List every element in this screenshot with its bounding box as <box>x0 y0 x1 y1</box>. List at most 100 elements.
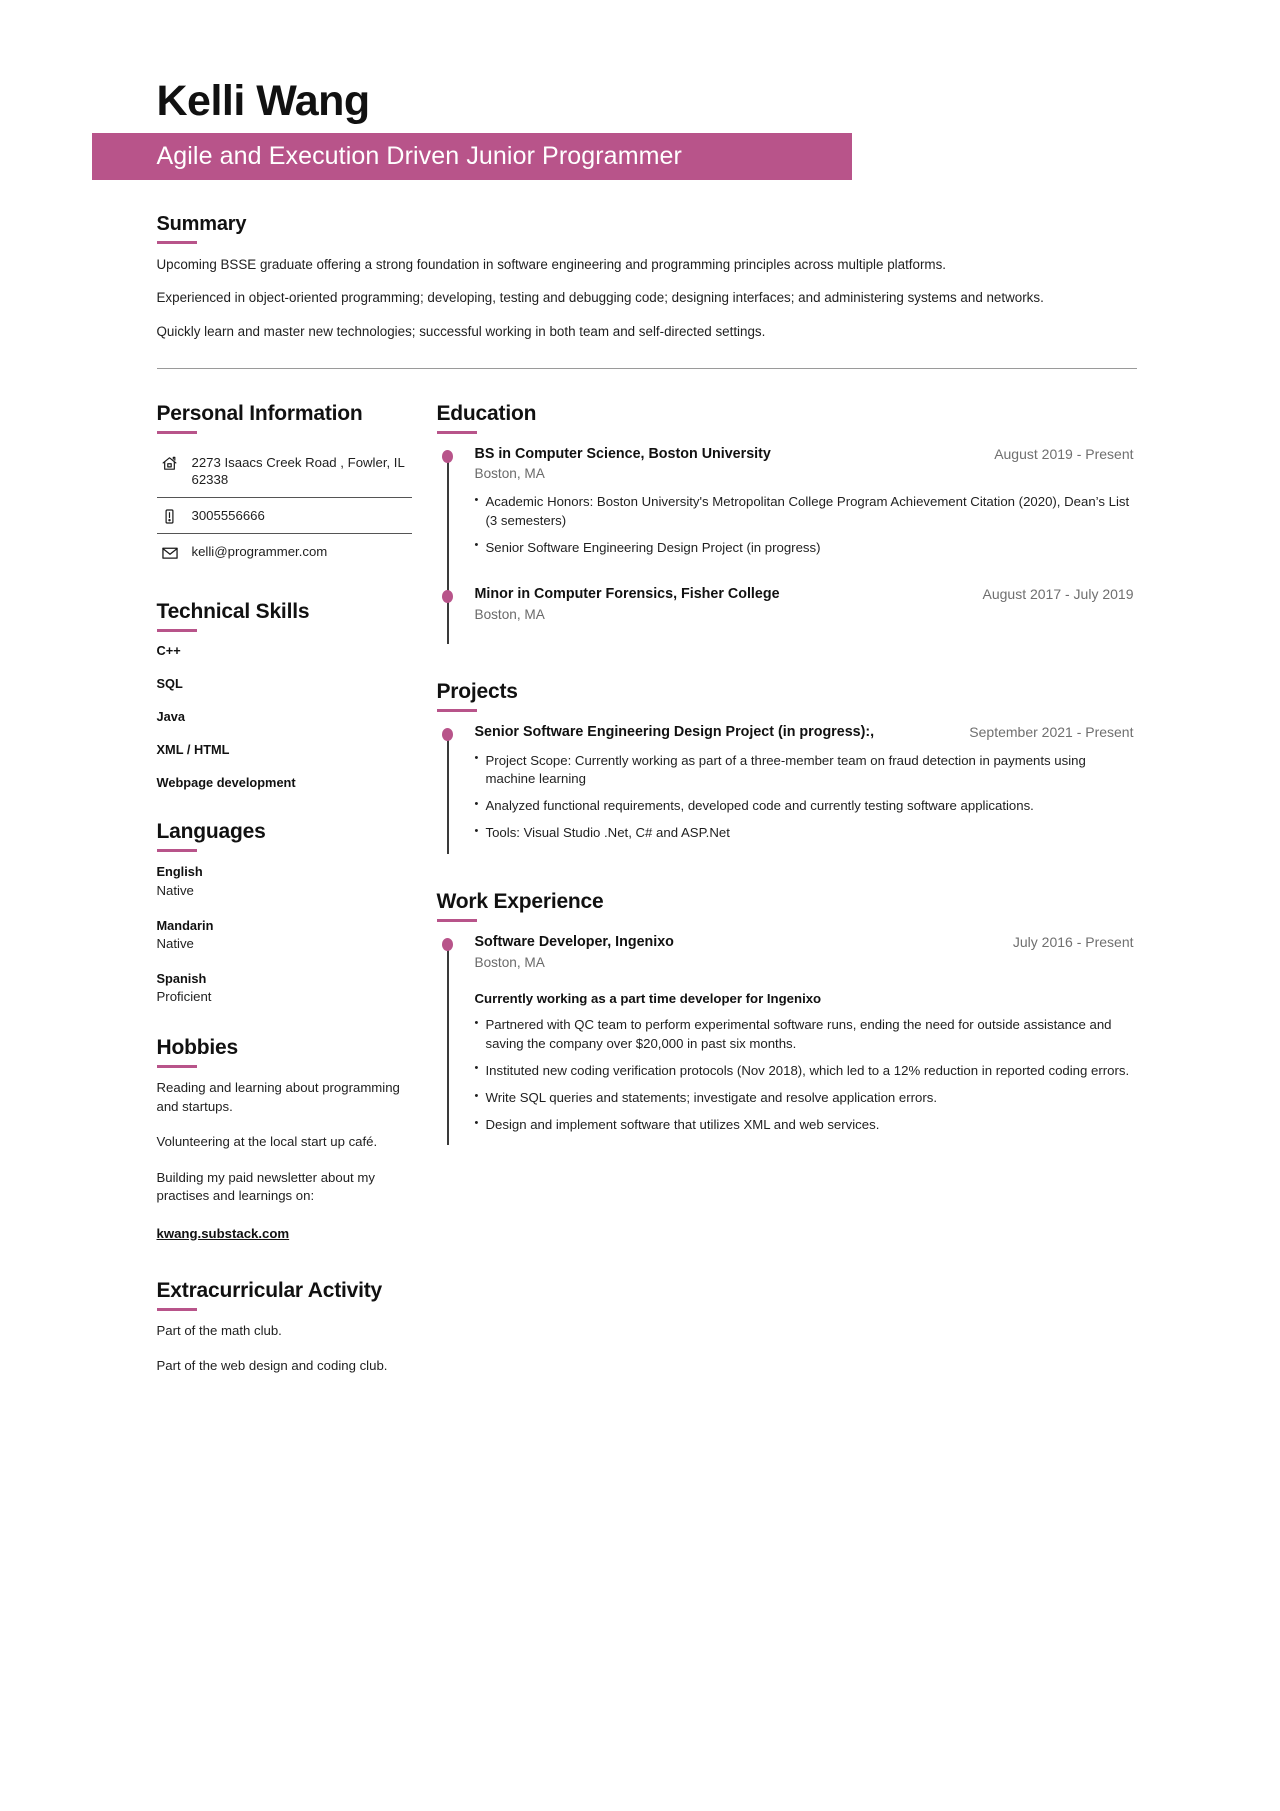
summary-accent-bar <box>156 241 197 245</box>
skill-item: Webpage development <box>156 775 296 791</box>
projects-accent-bar <box>436 709 477 713</box>
headline-banner: Agile and Execution Driven Junior Progra… <box>91 133 852 181</box>
work-experience-timeline: Software Developer, Ingenixo July 2016 -… <box>437 933 1134 1146</box>
language-name: Spanish <box>156 970 207 986</box>
education-accent-bar <box>436 430 477 434</box>
bullet-item: Senior Software Engineering Design Proje… <box>475 538 1134 557</box>
work-entry-bullets: Partnered with QC team to perform experi… <box>475 1016 1134 1134</box>
work-entry-date: July 2016 - Present <box>1012 934 1134 951</box>
candidate-name: Kelli Wang <box>156 77 371 125</box>
work-entry: Software Developer, Ingenixo July 2016 -… <box>437 933 1134 1146</box>
education-entry-title: BS in Computer Science, Boston Universit… <box>474 445 771 462</box>
summary-paragraph: Quickly learn and master new technologie… <box>156 323 766 339</box>
work-experience-heading: Work Experience <box>436 890 604 914</box>
technical-skills-section: Technical Skills C++ SQL Java XML / HTML… <box>156 600 412 791</box>
contact-phone-text: 3005556666 <box>191 508 265 524</box>
work-entry-title: Software Developer, Ingenixo <box>474 934 674 951</box>
projects-heading: Projects <box>436 680 518 704</box>
language-level: Native <box>156 936 194 952</box>
skill-item: XML / HTML <box>156 742 230 758</box>
education-timeline: BS in Computer Science, Boston Universit… <box>437 445 1134 647</box>
timeline-dot-icon <box>442 449 453 463</box>
bullet-item: Project Scope: Currently working as part… <box>475 751 1134 788</box>
personal-information-heading: Personal Information <box>156 401 363 425</box>
project-entry-title: Senior Software Engineering Design Proje… <box>474 724 875 741</box>
work-entry-location: Boston, MA <box>474 955 545 971</box>
project-entry-header: Senior Software Engineering Design Proje… <box>475 723 1134 742</box>
language-item: English Native <box>157 863 412 899</box>
education-section: Education BS in Computer Science, Boston… <box>436 401 1134 647</box>
skill-item: Java <box>156 709 185 725</box>
hobby-paragraph: Volunteering at the local start up café. <box>156 1134 378 1150</box>
hobbies-heading: Hobbies <box>156 1036 239 1060</box>
work-entry-header: Software Developer, Ingenixo July 2016 -… <box>475 933 1134 952</box>
contact-row-address: 2273 Isaacs Creek Road , Fowler, IL 6233… <box>156 445 412 499</box>
personal-information-section: Personal Information 2273 Isaacs Creek R… <box>156 401 412 571</box>
entry-spacer <box>475 557 1134 581</box>
summary-paragraph: Upcoming BSSE graduate offering a strong… <box>156 257 947 273</box>
education-entry-bullets: Academic Honors: Boston University's Met… <box>475 493 1134 557</box>
education-entry-date: August 2017 - July 2019 <box>982 586 1134 603</box>
language-level: Native <box>156 882 194 898</box>
entry-spacer <box>475 842 1134 852</box>
entry-spacer <box>475 1135 1134 1143</box>
right-column: Education BS in Computer Science, Boston… <box>436 401 1189 1147</box>
bullet-item: Write SQL queries and statements; invest… <box>475 1089 1134 1107</box>
languages-accent-bar <box>156 849 197 853</box>
contact-list: 2273 Isaacs Creek Road , Fowler, IL 6233… <box>156 445 412 571</box>
work-experience-accent-bar <box>436 919 477 923</box>
home-icon <box>157 454 183 472</box>
technical-skills-accent-bar <box>156 629 197 633</box>
projects-section: Projects Senior Software Engineering Des… <box>436 680 1134 856</box>
language-level: Proficient <box>156 989 212 1005</box>
education-entry: Minor in Computer Forensics, Fisher Coll… <box>437 585 1134 646</box>
contact-email-text: kelli@programmer.com <box>191 544 328 560</box>
work-entry-note: Currently working as a part time develop… <box>474 991 822 1007</box>
bullet-item: Partnered with QC team to perform experi… <box>475 1016 1134 1052</box>
language-name: English <box>156 864 203 880</box>
hobby-paragraph: Reading and learning about programming a… <box>156 1080 400 1114</box>
extracurricular-paragraph: Part of the math club. <box>156 1322 282 1338</box>
summary-heading: Summary <box>156 213 247 236</box>
summary-paragraph: Experienced in object-oriented programmi… <box>156 290 1044 306</box>
contact-address-text: 2273 Isaacs Creek Road , Fowler, IL 6233… <box>191 454 405 488</box>
bullet-item: Tools: Visual Studio .Net, C# and ASP.Ne… <box>475 824 1134 842</box>
bullet-item: Instituted new coding verification proto… <box>475 1061 1134 1080</box>
content-columns: Personal Information 2273 Isaacs Creek R… <box>92 369 1189 1376</box>
timeline-dot-icon <box>442 938 453 952</box>
resume-header: Kelli Wang Agile and Execution Driven Ju… <box>91 0 1189 181</box>
bullet-item: Academic Honors: Boston University's Met… <box>475 493 1134 529</box>
project-entry-bullets: Project Scope: Currently working as part… <box>475 751 1134 843</box>
timeline-dot-icon <box>442 728 453 742</box>
contact-row-email: kelli@programmer.com <box>157 534 412 570</box>
education-entry-header: Minor in Computer Forensics, Fisher Coll… <box>475 585 1134 604</box>
email-icon <box>157 543 183 562</box>
personal-information-accent-bar <box>156 430 197 434</box>
work-experience-section: Work Experience Software Developer, Inge… <box>436 890 1134 1146</box>
language-item: Spanish Proficient <box>157 970 412 1006</box>
entry-spacer <box>475 624 1134 642</box>
hobby-paragraph: Building my paid newsletter about my pra… <box>156 1169 375 1204</box>
bullet-item: Analyzed functional requirements, develo… <box>475 797 1134 815</box>
education-entry-location: Boston, MA <box>474 466 545 482</box>
bullet-item: Design and implement software that utili… <box>475 1116 1134 1134</box>
education-entry-title: Minor in Computer Forensics, Fisher Coll… <box>474 586 780 603</box>
headline-text: Agile and Execution Driven Junior Progra… <box>156 142 682 171</box>
technical-skills-heading: Technical Skills <box>156 600 310 624</box>
education-heading: Education <box>436 401 537 425</box>
language-item: Mandarin Native <box>157 917 412 953</box>
projects-timeline: Senior Software Engineering Design Proje… <box>437 723 1134 856</box>
extracurricular-accent-bar <box>156 1307 197 1311</box>
extracurricular-section: Extracurricular Activity Part of the mat… <box>156 1279 412 1376</box>
language-name: Mandarin <box>156 917 214 933</box>
education-entry: BS in Computer Science, Boston Universit… <box>437 445 1134 591</box>
timeline-dot-icon <box>442 590 453 604</box>
newsletter-link[interactable]: kwang.substack.com <box>157 1226 290 1241</box>
hobbies-section: Hobbies Reading and learning about progr… <box>156 1036 412 1242</box>
project-entry: Senior Software Engineering Design Proje… <box>437 723 1134 856</box>
extracurricular-paragraph: Part of the web design and coding club. <box>156 1358 388 1374</box>
education-entry-date: August 2019 - Present <box>994 445 1134 462</box>
skill-item: C++ <box>156 643 181 659</box>
